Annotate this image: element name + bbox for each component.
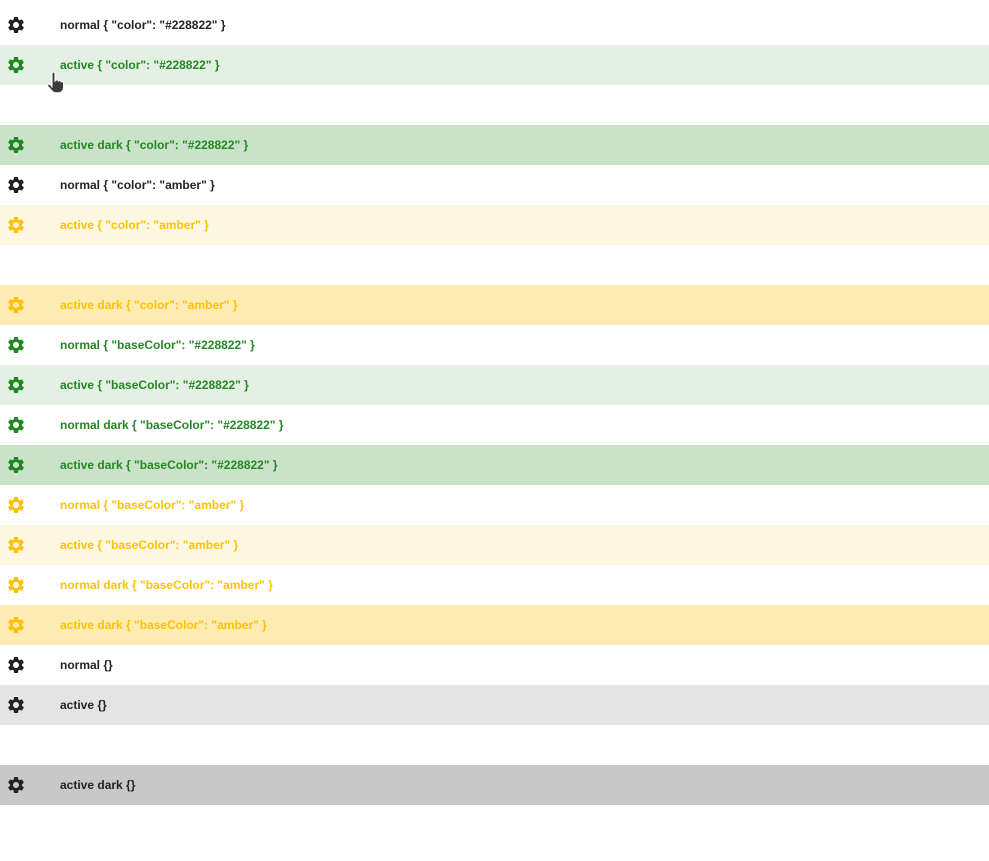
- gear-icon: [6, 375, 26, 395]
- gear-icon: [6, 175, 26, 195]
- list-item[interactable]: normal { "color": "amber" }: [0, 165, 989, 205]
- list-item[interactable]: active dark { "color": "amber" }: [0, 285, 989, 325]
- list-item-label: normal { "color": "#228822" }: [60, 18, 226, 32]
- gear-icon: [6, 775, 26, 795]
- list-item[interactable]: active { "color": "amber" }: [0, 205, 989, 245]
- list-item[interactable]: active { "baseColor": "#228822" }: [0, 365, 989, 405]
- list-item-label: active { "baseColor": "amber" }: [60, 538, 239, 552]
- gear-icon: [6, 415, 26, 435]
- list-item[interactable]: active { "color": "#228822" }: [0, 45, 989, 85]
- list-item[interactable]: normal { "baseColor": "amber" }: [0, 485, 989, 525]
- list-item-hidden: [0, 85, 989, 125]
- hand-pointer-icon: [46, 71, 66, 95]
- list-item[interactable]: active dark { "baseColor": "#228822" }: [0, 445, 989, 485]
- list-item-label: normal {}: [60, 658, 113, 672]
- list-item[interactable]: normal { "baseColor": "#228822" }: [0, 325, 989, 365]
- list-item-hidden: [0, 725, 989, 765]
- list-item-label: active dark { "baseColor": "#228822" }: [60, 458, 278, 472]
- list-item-label: active { "baseColor": "#228822" }: [60, 378, 249, 392]
- gear-icon: [6, 335, 26, 355]
- gear-icon: [6, 535, 26, 555]
- gear-icon: [6, 55, 26, 75]
- list-item[interactable]: active { "baseColor": "amber" }: [0, 525, 989, 565]
- gear-icon: [6, 455, 26, 475]
- list-item[interactable]: normal dark { "baseColor": "amber" }: [0, 565, 989, 605]
- gear-icon: [6, 295, 26, 315]
- list-item[interactable]: active dark { "baseColor": "amber" }: [0, 605, 989, 645]
- list-item[interactable]: normal dark { "baseColor": "#228822" }: [0, 405, 989, 445]
- list-item[interactable]: active {}: [0, 685, 989, 725]
- list: normal { "color": "#228822" } active { "c…: [0, 5, 989, 805]
- gear-icon: [6, 135, 26, 155]
- list-item-label: active { "color": "amber" }: [60, 218, 209, 232]
- list-item-label: normal dark { "baseColor": "#228822" }: [60, 418, 284, 432]
- gear-icon: [6, 615, 26, 635]
- list-item[interactable]: normal {}: [0, 645, 989, 685]
- list-item-label: normal { "baseColor": "#228822" }: [60, 338, 255, 352]
- list-item-label: active dark { "color": "amber" }: [60, 298, 238, 312]
- gear-icon: [6, 495, 26, 515]
- gear-icon: [6, 15, 26, 35]
- list-item-label: active {}: [60, 698, 107, 712]
- list-item[interactable]: active dark {}: [0, 765, 989, 805]
- list-item-hidden: [0, 245, 989, 285]
- list-item-label: active dark { "color": "#228822" }: [60, 138, 249, 152]
- gear-icon: [6, 655, 26, 675]
- gear-icon: [6, 215, 26, 235]
- list-item[interactable]: normal { "color": "#228822" }: [0, 5, 989, 45]
- gear-icon: [6, 695, 26, 715]
- list-item[interactable]: active dark { "color": "#228822" }: [0, 125, 989, 165]
- list-item-label: normal dark { "baseColor": "amber" }: [60, 578, 273, 592]
- list-item-label: active { "color": "#228822" }: [60, 58, 220, 72]
- list-item-label: normal { "baseColor": "amber" }: [60, 498, 245, 512]
- gear-icon: [6, 575, 26, 595]
- list-item-label: active dark {}: [60, 778, 136, 792]
- list-item-label: normal { "color": "amber" }: [60, 178, 215, 192]
- list-item-label: active dark { "baseColor": "amber" }: [60, 618, 267, 632]
